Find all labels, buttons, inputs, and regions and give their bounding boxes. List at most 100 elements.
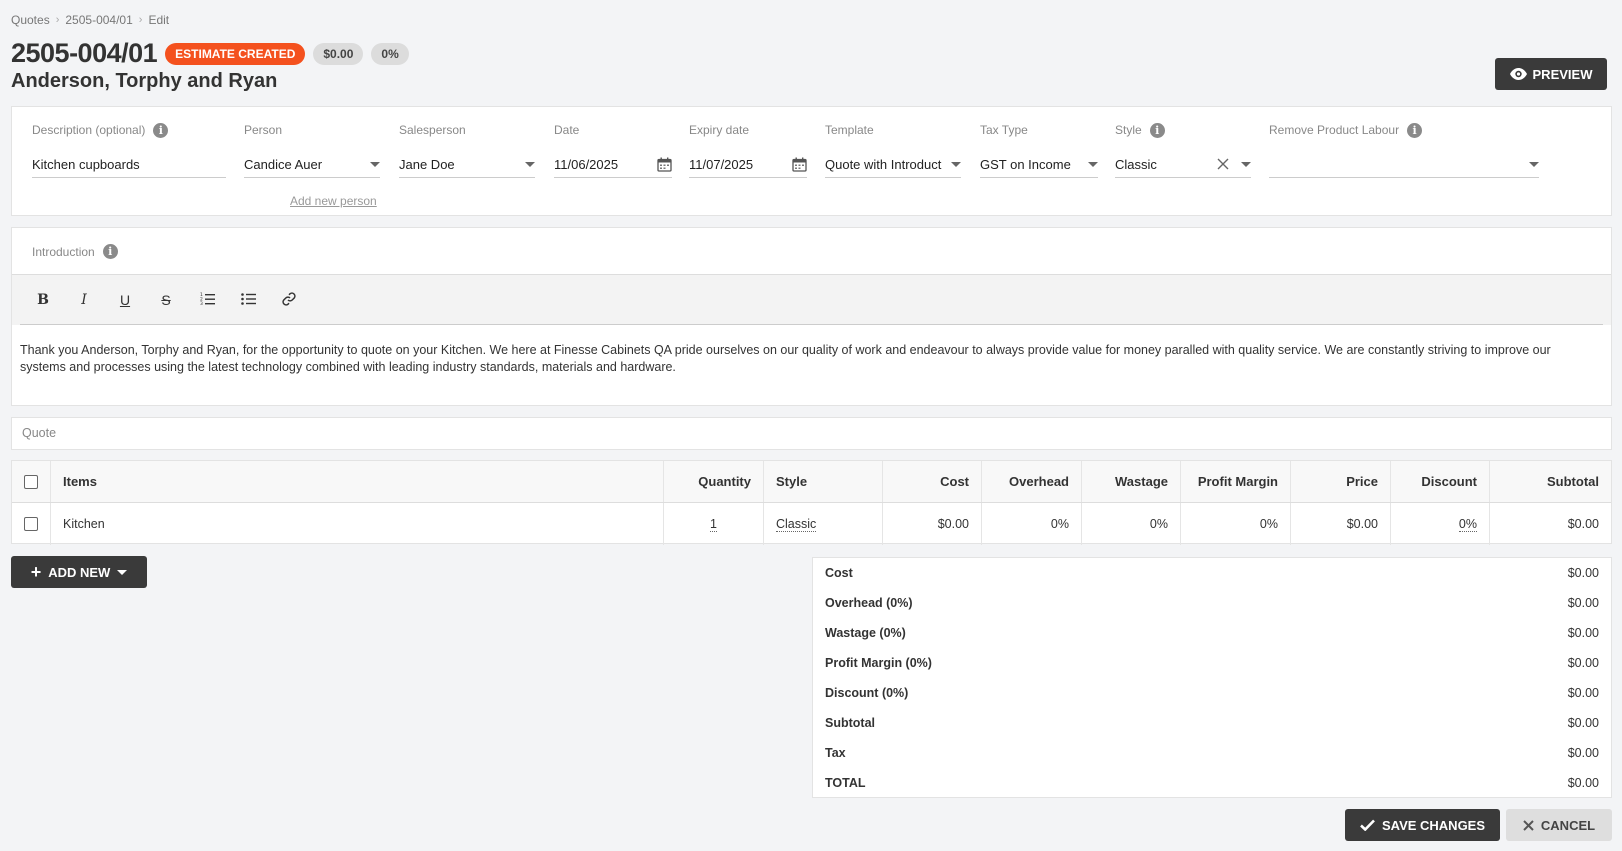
page-header: 2505-004/01 ESTIMATE CREATED $0.00 0% (11, 38, 409, 69)
description-input[interactable]: Kitchen cupboards (32, 151, 226, 178)
info-icon[interactable]: i (102, 244, 118, 259)
add-new-label: ADD NEW (48, 564, 111, 580)
plus-icon: + (30, 562, 42, 582)
description-label: Description (optional) (32, 123, 146, 137)
page-title: 2505-004/01 (11, 38, 158, 68)
totals-row-subtotal: Subtotal $0.00 (825, 708, 1599, 738)
info-icon[interactable]: i (153, 122, 169, 138)
person-label: Person (244, 123, 283, 137)
col-discount[interactable]: Discount (1391, 461, 1490, 502)
template-value: Quote with Introduct (825, 156, 942, 172)
salesperson-select[interactable]: Jane Doe (399, 151, 535, 178)
tax-type-select[interactable]: GST on Income (980, 151, 1098, 178)
italic-button[interactable]: I (75, 292, 93, 308)
add-new-person-link[interactable]: Add new person (290, 194, 377, 208)
style-value: Classic (1115, 156, 1157, 172)
item-name[interactable]: Kitchen (51, 503, 664, 545)
salesperson-field: Salesperson Jane Doe (399, 121, 535, 178)
link-icon (282, 291, 296, 306)
underline-button[interactable]: U (116, 292, 134, 308)
quote-items-table: Items Quantity Style Cost Overhead Wasta… (11, 460, 1612, 545)
clear-icon[interactable] (1217, 158, 1229, 170)
preview-label: PREVIEW (1532, 66, 1593, 82)
person-field: Person Candice Auer Add new person (244, 121, 380, 208)
expiry-date-value: 11/07/2025 (689, 156, 754, 172)
breadcrumb-quotes[interactable]: Quotes (11, 13, 50, 27)
breadcrumb-quote-number[interactable]: 2505-004/01 (65, 13, 132, 27)
remove-product-labour-label: Remove Product Labour (1269, 123, 1400, 137)
item-quantity[interactable]: 1 (710, 517, 717, 532)
quote-fields-panel: Description (optional) i Kitchen cupboard… (11, 106, 1612, 216)
remove-product-labour-select[interactable] (1269, 151, 1539, 178)
col-profit-margin[interactable]: Profit Margin (1181, 461, 1291, 502)
item-style[interactable]: Classic (776, 517, 817, 532)
bullet-list-button[interactable] (239, 292, 257, 308)
ordered-list-button[interactable]: 123 (198, 292, 216, 308)
amount-badge: $0.00 (313, 42, 364, 65)
select-all-checkbox[interactable] (24, 474, 38, 489)
ordered-list-icon: 123 (200, 292, 215, 307)
item-discount[interactable]: 0% (1458, 517, 1477, 532)
strikethrough-button[interactable]: S (157, 292, 175, 308)
info-icon[interactable]: i (1149, 122, 1165, 138)
col-items[interactable]: Items (51, 461, 664, 502)
col-quantity[interactable]: Quantity (664, 461, 764, 502)
select-all-cell (12, 461, 51, 502)
row-checkbox[interactable] (24, 517, 38, 531)
col-cost[interactable]: Cost (883, 461, 982, 502)
template-select[interactable]: Quote with Introduct (825, 151, 961, 178)
row-select-cell (12, 503, 51, 545)
item-style-cell: Classic (764, 503, 883, 545)
col-price[interactable]: Price (1291, 461, 1391, 502)
breadcrumb: Quotes › 2505-004/01 › Edit (11, 13, 169, 27)
totals-label: Wastage (0%) (825, 626, 906, 640)
bold-button[interactable]: B (34, 292, 52, 308)
totals-row-wastage: Wastage (0%) $0.00 (825, 618, 1599, 648)
salesperson-value: Jane Doe (399, 156, 455, 172)
person-value: Candice Auer (244, 156, 323, 172)
percent-badge: 0% (371, 42, 409, 65)
introduction-panel: Introduction i B I U S 123 Thank you Ande… (11, 227, 1612, 406)
expiry-date-field: Expiry date 11/07/2025 (689, 121, 807, 178)
totals-row-tax: Tax $0.00 (825, 738, 1599, 768)
expiry-date-input[interactable]: 11/07/2025 (689, 151, 807, 178)
table-row[interactable]: Kitchen 1 Classic $0.00 0% 0% 0% $0.00 0… (12, 503, 1611, 545)
date-input[interactable]: 11/06/2025 (554, 151, 672, 178)
add-new-button[interactable]: + ADD NEW (11, 556, 147, 588)
eye-icon (1509, 68, 1527, 80)
tax-type-value: GST on Income (980, 156, 1071, 172)
chevron-right-icon: › (138, 14, 143, 26)
person-select[interactable]: Candice Auer (244, 151, 380, 178)
svg-text:3: 3 (200, 301, 203, 305)
introduction-editor[interactable]: Thank you Anderson, Torphy and Ryan, for… (20, 342, 1599, 376)
item-overhead: 0% (982, 503, 1082, 545)
totals-row-overhead: Overhead (0%) $0.00 (825, 588, 1599, 618)
style-select[interactable]: Classic (1115, 151, 1251, 178)
chevron-down-icon (1088, 161, 1098, 167)
check-icon (1360, 819, 1375, 831)
save-changes-button[interactable]: SAVE CHANGES (1345, 809, 1500, 841)
info-icon[interactable]: i (1407, 122, 1423, 138)
col-subtotal[interactable]: Subtotal (1490, 461, 1611, 502)
calendar-icon[interactable] (792, 157, 807, 172)
totals-value: $0.00 (1567, 776, 1599, 790)
preview-button[interactable]: PREVIEW (1495, 58, 1607, 90)
item-price: $0.00 (1291, 503, 1391, 545)
item-discount-cell: 0% (1391, 503, 1490, 545)
bullet-list-icon (240, 293, 256, 305)
quote-section-label: Quote (22, 426, 57, 440)
link-button[interactable] (280, 291, 298, 309)
description-value: Kitchen cupboards (32, 156, 140, 172)
totals-label: Profit Margin (0%) (825, 656, 932, 670)
status-badge: ESTIMATE CREATED (165, 42, 306, 65)
col-overhead[interactable]: Overhead (982, 461, 1082, 502)
col-wastage[interactable]: Wastage (1082, 461, 1181, 502)
calendar-icon[interactable] (657, 157, 672, 172)
totals-row-total: TOTAL $0.00 (825, 768, 1599, 798)
totals-label: Discount (0%) (825, 686, 909, 700)
col-style[interactable]: Style (764, 461, 883, 502)
toolbar-divider (20, 324, 1603, 325)
cancel-button[interactable]: CANCEL (1506, 809, 1612, 841)
totals-label: TOTAL (825, 776, 866, 790)
remove-product-labour-field: Remove Product Labour i (1269, 121, 1539, 178)
